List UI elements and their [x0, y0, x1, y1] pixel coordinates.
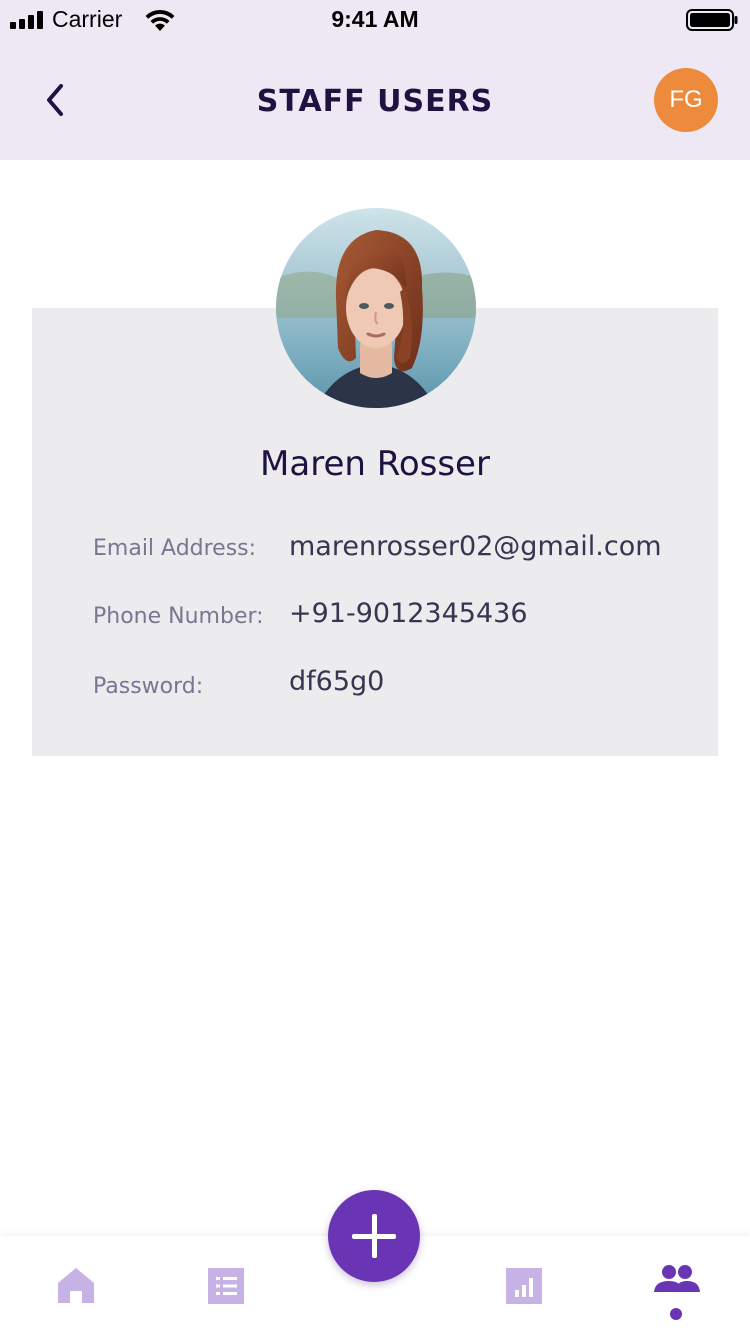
portrait-image [276, 208, 476, 408]
top-area: Carrier 9:41 AM STAFF USERS FG [0, 0, 750, 160]
battery-icon [686, 9, 738, 31]
status-time: 9:41 AM [331, 6, 419, 32]
email-label: Email Address: [93, 536, 257, 561]
password-label: Password: [93, 674, 204, 699]
email-value: marenrosser02@gmail.com [289, 531, 662, 562]
add-button[interactable] [328, 1190, 420, 1282]
bar-chart-icon[interactable] [504, 1266, 544, 1306]
active-tab-indicator [670, 1308, 682, 1320]
account-avatar[interactable]: FG [654, 68, 718, 132]
user-name: Maren Rosser [260, 444, 490, 484]
plus-icon [352, 1214, 396, 1258]
phone-value: +91-9012345436 [289, 598, 528, 629]
users-icon[interactable] [654, 1264, 700, 1298]
status-bar: Carrier 9:41 AM [0, 0, 750, 40]
page-title: STAFF USERS [256, 84, 494, 119]
profile-photo [276, 208, 476, 408]
home-icon[interactable] [56, 1265, 96, 1305]
password-value: df65g0 [289, 666, 385, 697]
list-icon[interactable] [206, 1266, 246, 1306]
phone-label: Phone Number: [93, 604, 264, 629]
